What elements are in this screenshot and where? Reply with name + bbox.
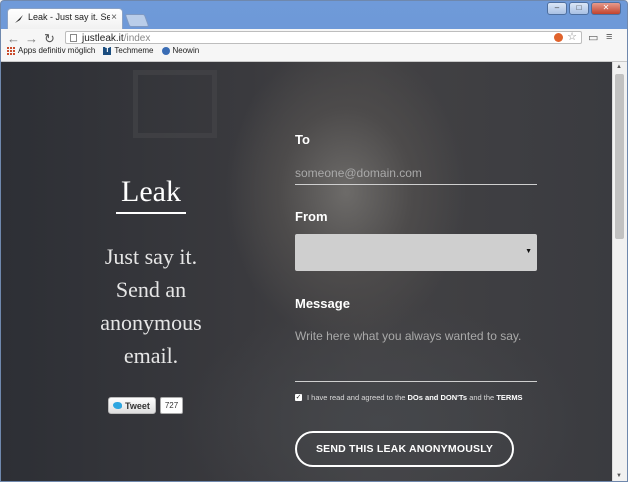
menu-icon[interactable]: ≡: [606, 31, 612, 43]
bookmark-apps[interactable]: Apps definitiv möglich: [7, 46, 95, 55]
cast-icon[interactable]: ▭: [588, 31, 598, 44]
from-label: From: [295, 209, 328, 224]
scroll-up-arrow-icon[interactable]: ▲: [616, 64, 622, 70]
feather-icon: [15, 15, 23, 23]
neowin-icon: [161, 46, 170, 55]
new-tab-button[interactable]: [124, 14, 150, 27]
to-email-input[interactable]: [295, 162, 537, 185]
page-scrollbar[interactable]: ▲ ▼: [612, 62, 627, 481]
tab-strip: Leak - Just say it. Send an × – □ ✕: [1, 1, 627, 29]
minimize-button[interactable]: –: [547, 2, 567, 15]
scroll-thumb[interactable]: [615, 74, 624, 239]
bookmark-star-icon[interactable]: ☆: [567, 31, 577, 44]
twitter-bird-icon: [113, 402, 122, 409]
send-leak-button[interactable]: SEND THIS LEAK ANONYMOUSLY: [295, 431, 514, 467]
bookmark-label: Neowin: [172, 46, 200, 55]
tweet-widget: Tweet 727: [108, 397, 184, 414]
window-controls: – □ ✕: [547, 2, 621, 15]
bookmark-techmeme[interactable]: T Techmeme: [103, 46, 154, 55]
address-bar[interactable]: justleak.it/index ☆: [65, 31, 582, 44]
bookmarks-bar: Apps definitiv möglich T Techmeme Neowin: [7, 46, 199, 55]
tab-close-icon[interactable]: ×: [111, 12, 117, 23]
page-icon: [70, 34, 77, 42]
url-path: /index: [123, 33, 151, 44]
terms-agreement: ✓ I have read and agreed to the DOs and …: [295, 393, 557, 402]
dropdown-caret-icon: ▼: [525, 248, 532, 255]
agree-text: I have read and agreed to the DOs and DO…: [307, 393, 523, 402]
tweet-button[interactable]: Tweet: [108, 397, 156, 414]
terms-link[interactable]: TERMS: [496, 393, 522, 402]
bookmark-label: Apps definitiv möglich: [18, 46, 96, 55]
page-content: Leak Just say it. Send an anonymous emai…: [1, 62, 613, 481]
tweet-label: Tweet: [125, 400, 150, 411]
message-textarea[interactable]: [295, 327, 537, 382]
background-photo: [133, 70, 217, 138]
site-logo[interactable]: Leak: [116, 175, 186, 214]
url-host: justleak.it: [82, 33, 124, 44]
dos-donts-link[interactable]: DOs and DON'Ts: [408, 393, 468, 402]
to-label: To: [295, 132, 310, 147]
extension-icon[interactable]: [554, 33, 563, 42]
bookmark-neowin[interactable]: Neowin: [161, 46, 200, 55]
bookmark-label: Techmeme: [114, 46, 154, 55]
tweet-count: 727: [159, 397, 184, 414]
message-label: Message: [295, 296, 350, 311]
forward-arrow-icon[interactable]: →: [25, 31, 38, 46]
agree-checkbox[interactable]: ✓: [295, 394, 302, 401]
apps-grid-icon: [7, 46, 15, 55]
scroll-down-arrow-icon[interactable]: ▼: [616, 473, 622, 479]
techmeme-icon: T: [103, 46, 112, 55]
maximize-button[interactable]: □: [569, 2, 589, 15]
browser-tab[interactable]: Leak - Just say it. Send an ×: [7, 8, 123, 29]
browser-toolbar: ← → ↻ justleak.it/index ☆ ▭ ≡ Apps defin…: [1, 29, 627, 62]
back-arrow-icon[interactable]: ←: [7, 31, 20, 46]
browser-window: Leak - Just say it. Send an × – □ ✕ ← → …: [0, 0, 628, 482]
close-window-button[interactable]: ✕: [591, 2, 621, 15]
tab-title: Leak - Just say it. Send an: [28, 12, 110, 22]
reload-icon[interactable]: ↻: [44, 31, 55, 47]
from-select[interactable]: ▼: [295, 234, 537, 271]
tagline: Just say it. Send an anonymous email.: [100, 244, 202, 368]
